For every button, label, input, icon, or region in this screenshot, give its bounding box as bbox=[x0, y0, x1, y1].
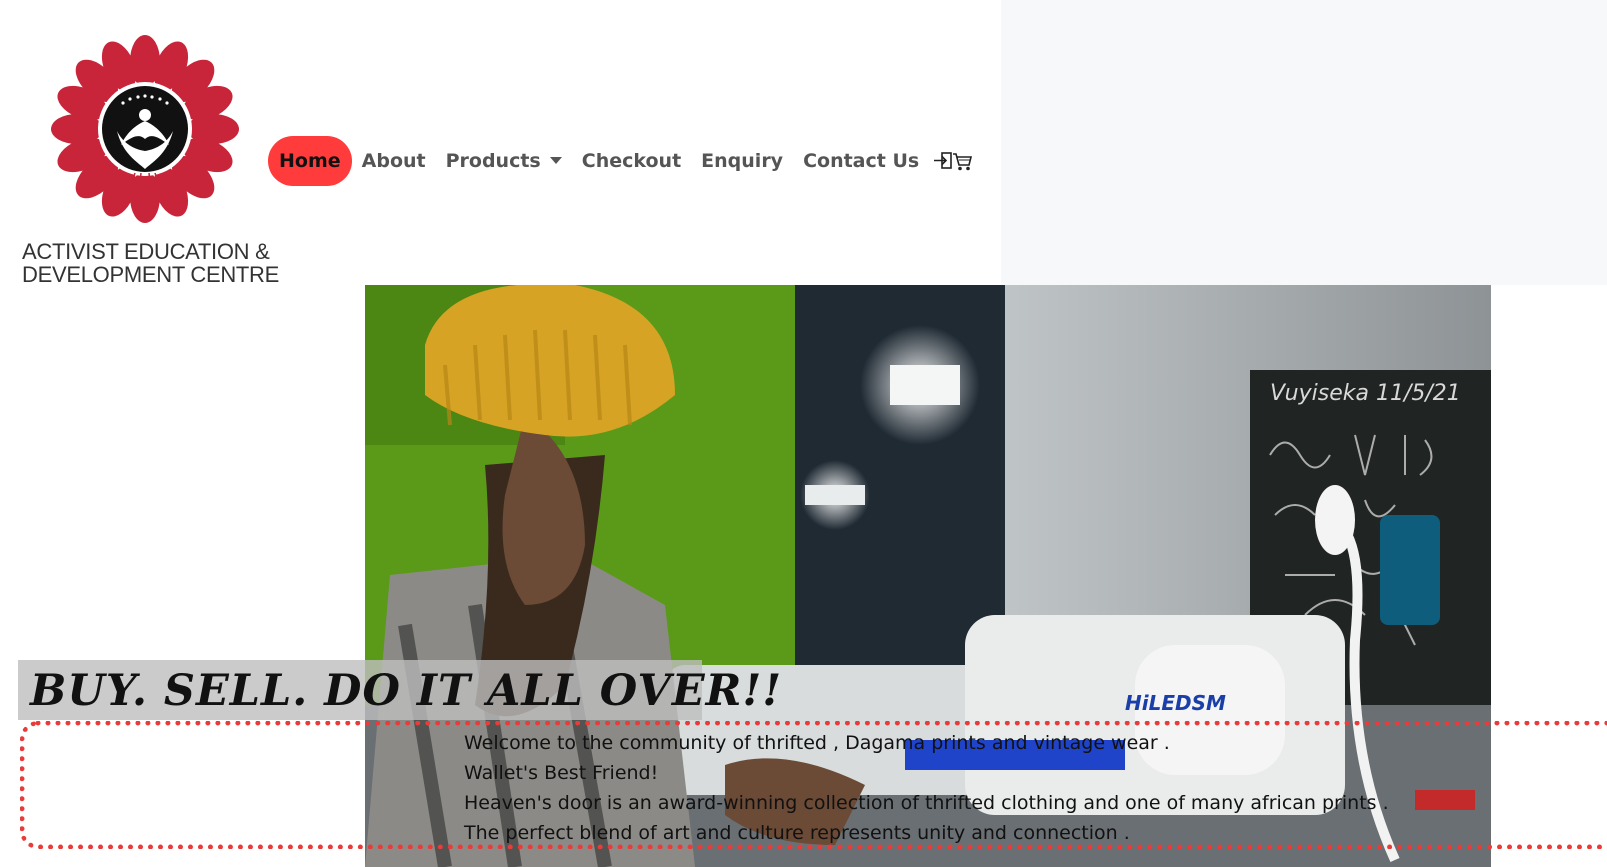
nav-home[interactable]: Home bbox=[268, 136, 352, 186]
nav-products-dropdown[interactable]: Products bbox=[436, 136, 572, 186]
header-background bbox=[1001, 0, 1607, 285]
nav-home-label: Home bbox=[279, 150, 341, 172]
welcome-line-3: Heaven's door is an award-winning collec… bbox=[464, 792, 1389, 814]
svg-text:HiLEDSM: HiLEDSM bbox=[1125, 691, 1226, 715]
caret-down-icon bbox=[549, 156, 562, 164]
hero-headline: BUY. SELL. DO IT ALL OVER!! bbox=[30, 666, 783, 716]
chalkboard-text: Vuyiseka 11/5/21 bbox=[1270, 381, 1461, 406]
nav-products-label: Products bbox=[445, 150, 541, 172]
nav-about-label: About bbox=[361, 150, 426, 172]
logo-caption-line2: DEVELOPMENT CENTRE bbox=[22, 262, 280, 287]
logo-caption: ACTIVIST EDUCATION & DEVELOPMENT CENTRE bbox=[22, 240, 282, 286]
nav-checkout-label: Checkout bbox=[581, 150, 682, 172]
logo-caption-line1: ACTIVIST EDUCATION & bbox=[22, 239, 270, 264]
nav-contact-us[interactable]: Contact Us bbox=[793, 136, 929, 186]
nav-about[interactable]: About bbox=[352, 136, 436, 186]
nav-contact-us-label: Contact Us bbox=[803, 150, 920, 172]
login-icon bbox=[934, 152, 973, 171]
welcome-line-4: The perfect blend of art and culture rep… bbox=[464, 822, 1130, 844]
nav-enquiry-label: Enquiry bbox=[701, 150, 784, 172]
login-cart-icon[interactable] bbox=[933, 150, 973, 172]
main-nav: Home About Products Checkout Enquiry Con… bbox=[268, 136, 973, 186]
nav-enquiry[interactable]: Enquiry bbox=[691, 136, 793, 186]
welcome-line-2: Wallet's Best Friend! bbox=[464, 762, 659, 784]
flower-logo-icon bbox=[51, 35, 239, 223]
welcome-text: Welcome to the community of thrifted , D… bbox=[464, 728, 1389, 848]
welcome-line-1: Welcome to the community of thrifted , D… bbox=[464, 732, 1170, 754]
nav-checkout[interactable]: Checkout bbox=[572, 136, 691, 186]
